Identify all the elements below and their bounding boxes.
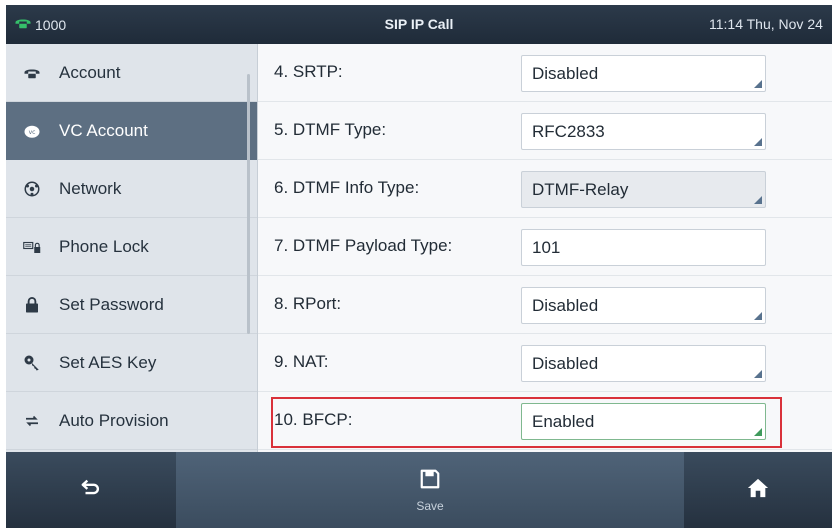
dropdown-corner-icon [754,370,762,378]
sidebar-item-phone-lock[interactable]: Phone Lock [6,218,257,276]
home-icon [747,477,769,504]
softkey-bar: Save [6,452,832,528]
setting-label: 10. BFCP: [274,410,353,429]
setting-row-rport: 8. RPort: Disabled [258,276,832,334]
setting-value: Disabled [532,64,599,83]
setting-value: Enabled [532,412,595,431]
dropdown-corner-icon [754,138,762,146]
dropdown-corner-icon [754,80,762,88]
dropdown-corner-icon [754,196,762,204]
setting-row-dtmf-info-type: 6. DTMF Info Type: DTMF-Relay [258,160,832,218]
setting-row-dtmf-payload-type: 7. DTMF Payload Type: 101 [258,218,832,276]
sidebar-item-network[interactable]: Network [6,160,257,218]
sidebar-item-label: Phone Lock [59,236,149,256]
sidebar-item-account[interactable]: Account [6,44,257,102]
back-arrow-icon [80,477,102,504]
save-icon [419,468,441,495]
phone-lock-icon [22,238,42,256]
sidebar: Account vc VC Account Network Phone Lock… [6,44,258,452]
status-bar: 1000 SIP IP Call 11:14 Thu, Nov 24 [6,5,832,44]
sidebar-item-label: Set AES Key [59,352,157,372]
setting-label: 6. DTMF Info Type: [274,178,420,197]
setting-row-bfcp: 10. BFCP: Enabled [258,392,832,450]
dropdown-corner-icon [754,312,762,320]
setting-value: Disabled [532,354,599,373]
sidebar-item-label: Auto Provision [59,410,169,430]
save-button[interactable]: Save [176,452,684,528]
dtmf-payload-type-input[interactable]: 101 [521,229,766,266]
sidebar-item-label: Network [59,178,122,198]
setting-label: 9. NAT: [274,352,329,371]
rport-select[interactable]: Disabled [521,287,766,324]
setting-value: Disabled [532,296,599,315]
phone-icon [22,64,42,82]
vc-account-icon: vc [22,122,42,140]
setting-row-nat: 9. NAT: Disabled [258,334,832,392]
setting-label: 5. DTMF Type: [274,120,387,139]
phone-screen: 1000 SIP IP Call 11:14 Thu, Nov 24 Accou… [6,5,832,528]
srtp-select[interactable]: Disabled [521,55,766,92]
sidebar-item-auto-provision[interactable]: Auto Provision [6,392,257,450]
key-icon [22,354,42,372]
setting-value: 101 [532,238,561,257]
sidebar-item-label: Set Password [59,294,164,314]
dropdown-corner-icon [754,428,762,436]
save-label: Save [416,498,444,513]
sidebar-item-label: VC Account [59,120,148,140]
refresh-arrows-icon [22,412,42,430]
lock-icon [22,296,42,314]
dtmf-info-type-select[interactable]: DTMF-Relay [521,171,766,208]
sidebar-scrollbar[interactable] [247,74,250,334]
clock: 11:14 Thu, Nov 24 [709,16,823,32]
dtmf-type-select[interactable]: RFC2833 [521,113,766,150]
settings-list: 4. SRTP: Disabled 5. DTMF Type: RFC2833 … [258,44,832,452]
network-icon [22,180,42,198]
setting-row-dtmf-type: 5. DTMF Type: RFC2833 [258,102,832,160]
home-button[interactable] [684,452,832,528]
setting-label: 8. RPort: [274,294,342,313]
sidebar-item-set-aes-key[interactable]: Set AES Key [6,334,257,392]
setting-row-srtp: 4. SRTP: Disabled [258,44,832,102]
setting-value: RFC2833 [532,122,605,141]
setting-label: 4. SRTP: [274,62,343,81]
nat-select[interactable]: Disabled [521,345,766,382]
setting-value: DTMF-Relay [532,180,629,199]
back-button[interactable] [6,452,176,528]
bfcp-select[interactable]: Enabled [521,403,766,440]
sidebar-item-set-password[interactable]: Set Password [6,276,257,334]
sidebar-item-label: Account [59,62,121,82]
setting-label: 7. DTMF Payload Type: [274,236,453,255]
sidebar-item-vc-account[interactable]: vc VC Account [6,102,257,160]
svg-text:vc: vc [29,129,36,136]
